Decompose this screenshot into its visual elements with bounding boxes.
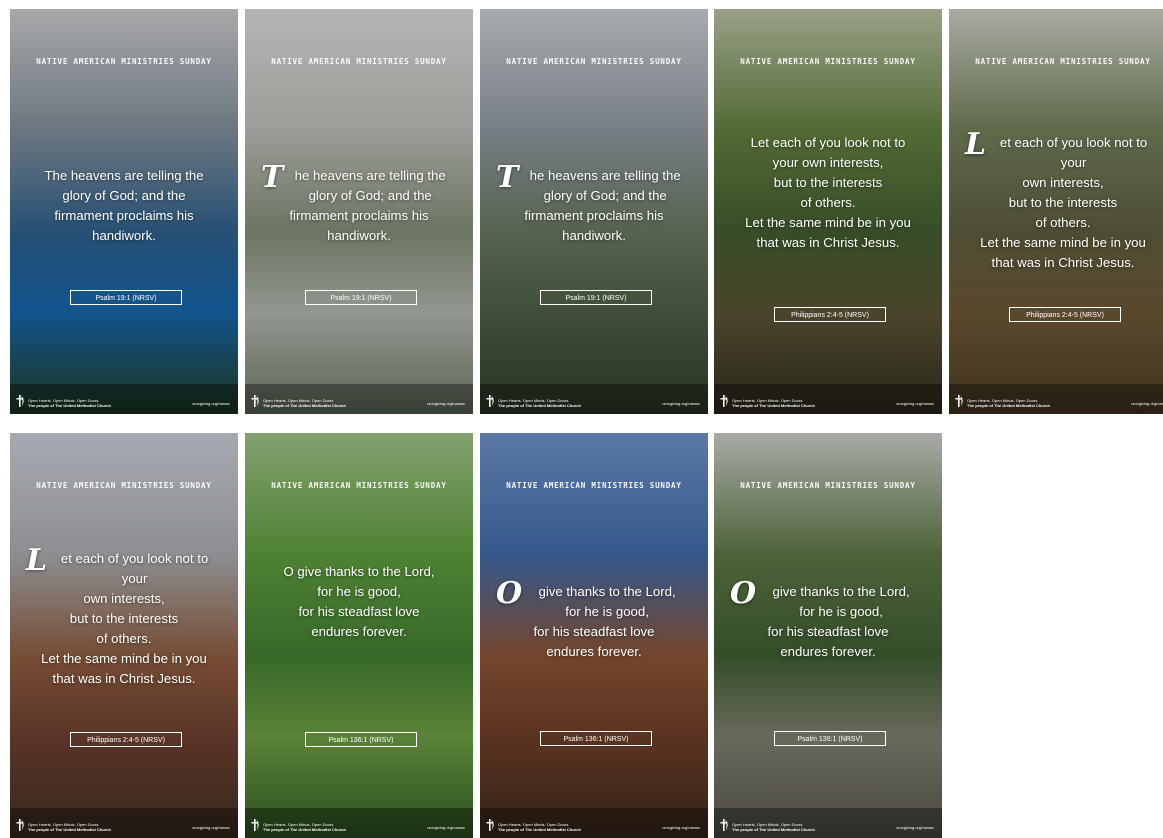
verse-body: give thanks to the Lord, for he is good,… bbox=[533, 584, 676, 659]
verse-reference: Psalm 136:1 (NRSV) bbox=[774, 731, 886, 746]
verse-text: The heavens are telling the glory of God… bbox=[26, 166, 222, 246]
verse-reference: Philippians 2:4-5 (NRSV) bbox=[774, 307, 886, 322]
verse-text: Let each of you look not to your own int… bbox=[730, 133, 926, 253]
verse-graphic-tile[interactable]: NATIVE AMERICAN MINISTRIES SUNDAY The hea… bbox=[10, 9, 238, 414]
verse-reference: Philippians 2:4-5 (NRSV) bbox=[70, 732, 182, 747]
footer-tagline-main: The people of The United Methodist Churc… bbox=[732, 403, 815, 408]
footer-site-link: umcgiving.org/namsc bbox=[896, 825, 934, 830]
verse-body: et each of you look not to your own inte… bbox=[41, 551, 209, 686]
verse-graphic-tile[interactable]: NATIVE AMERICAN MINISTRIES SUNDAY Ogive t… bbox=[480, 433, 708, 838]
footer-site-link: umcgiving.org/namsc bbox=[662, 825, 700, 830]
verse-reference: Psalm 19:1 (NRSV) bbox=[540, 290, 652, 305]
verse-body: he heavens are telling the glory of God;… bbox=[289, 168, 446, 243]
footer-tagline: Open Hearts. Open Minds. Open Doors. The … bbox=[263, 398, 373, 408]
footer-tagline: Open Hearts. Open Minds. Open Doors. The … bbox=[967, 398, 1077, 408]
footer-site-link: umcgiving.org/namsc bbox=[192, 401, 230, 406]
drop-cap: T bbox=[496, 160, 519, 195]
footer-tagline: Open Hearts. Open Minds. Open Doors. The … bbox=[498, 398, 608, 408]
tile-heading: NATIVE AMERICAN MINISTRIES SUNDAY bbox=[506, 481, 682, 490]
cross-and-flame-logo-icon bbox=[720, 819, 728, 831]
footer-tagline: Open Hearts. Open Minds. Open Doors. The … bbox=[498, 822, 608, 832]
footer-tagline-main: The people of The United Methodist Churc… bbox=[263, 827, 346, 832]
verse-graphic-tile[interactable]: NATIVE AMERICAN MINISTRIES SUNDAY Ogive t… bbox=[714, 433, 942, 838]
tile-heading: NATIVE AMERICAN MINISTRIES SUNDAY bbox=[36, 481, 212, 490]
footer-tagline-main: The people of The United Methodist Churc… bbox=[967, 403, 1050, 408]
verse-reference: Psalm 136:1 (NRSV) bbox=[305, 732, 417, 747]
drop-cap: T bbox=[261, 160, 284, 195]
cross-and-flame-logo-icon bbox=[486, 395, 494, 407]
tile-footer: Open Hearts. Open Minds. Open Doors. The … bbox=[10, 384, 238, 414]
cross-and-flame-logo-icon bbox=[16, 819, 24, 831]
verse-text: The heavens are telling the glory of God… bbox=[261, 160, 457, 246]
verse-text: Ogive thanks to the Lord, for he is good… bbox=[730, 576, 926, 662]
verse-reference: Psalm 19:1 (NRSV) bbox=[305, 290, 417, 305]
tile-footer: Open Hearts. Open Minds. Open Doors. The … bbox=[480, 808, 708, 838]
verse-body: et each of you look not to your own inte… bbox=[980, 135, 1148, 270]
verse-body: The heavens are telling the glory of God… bbox=[44, 168, 204, 243]
tile-heading: NATIVE AMERICAN MINISTRIES SUNDAY bbox=[740, 481, 916, 490]
footer-site-link: umcgiving.org/namsc bbox=[427, 825, 465, 830]
verse-reference: Philippians 2:4-5 (NRSV) bbox=[1009, 307, 1121, 322]
verse-body: Let each of you look not to your own int… bbox=[745, 135, 911, 250]
verse-reference: Psalm 136:1 (NRSV) bbox=[540, 731, 652, 746]
footer-tagline-main: The people of The United Methodist Churc… bbox=[28, 827, 111, 832]
verse-body: he heavens are telling the glory of God;… bbox=[524, 168, 681, 243]
footer-tagline-main: The people of The United Methodist Churc… bbox=[732, 827, 815, 832]
tile-footer: Open Hearts. Open Minds. Open Doors. The … bbox=[10, 808, 238, 838]
tile-footer: Open Hearts. Open Minds. Open Doors. The … bbox=[245, 384, 473, 414]
verse-graphic-tile[interactable]: NATIVE AMERICAN MINISTRIES SUNDAY Let eac… bbox=[949, 9, 1163, 414]
cross-and-flame-logo-icon bbox=[251, 395, 259, 407]
drop-cap: L bbox=[965, 127, 987, 162]
tile-heading: NATIVE AMERICAN MINISTRIES SUNDAY bbox=[740, 57, 916, 66]
footer-tagline: Open Hearts. Open Minds. Open Doors. The … bbox=[263, 822, 373, 832]
verse-text: The heavens are telling the glory of God… bbox=[496, 160, 692, 246]
drop-cap: O bbox=[496, 576, 523, 611]
verse-graphic-tile[interactable]: NATIVE AMERICAN MINISTRIES SUNDAY Let eac… bbox=[714, 9, 942, 414]
footer-tagline: Open Hearts. Open Minds. Open Doors. The … bbox=[28, 822, 138, 832]
tile-footer: Open Hearts. Open Minds. Open Doors. The … bbox=[714, 384, 942, 414]
tile-heading: NATIVE AMERICAN MINISTRIES SUNDAY bbox=[271, 57, 447, 66]
footer-tagline: Open Hearts. Open Minds. Open Doors. The … bbox=[28, 398, 138, 408]
footer-tagline: Open Hearts. Open Minds. Open Doors. The … bbox=[732, 398, 842, 408]
tile-heading: NATIVE AMERICAN MINISTRIES SUNDAY bbox=[271, 481, 447, 490]
tile-footer: Open Hearts. Open Minds. Open Doors. The … bbox=[714, 808, 942, 838]
tile-heading: NATIVE AMERICAN MINISTRIES SUNDAY bbox=[975, 57, 1151, 66]
verse-body: give thanks to the Lord, for he is good,… bbox=[767, 584, 910, 659]
footer-tagline: Open Hearts. Open Minds. Open Doors. The … bbox=[732, 822, 842, 832]
cross-and-flame-logo-icon bbox=[486, 819, 494, 831]
cross-and-flame-logo-icon bbox=[955, 395, 963, 407]
verse-reference: Psalm 19:1 (NRSV) bbox=[70, 290, 182, 305]
drop-cap: L bbox=[26, 543, 48, 578]
tile-heading: NATIVE AMERICAN MINISTRIES SUNDAY bbox=[36, 57, 212, 66]
tile-heading: NATIVE AMERICAN MINISTRIES SUNDAY bbox=[506, 57, 682, 66]
verse-graphic-tile[interactable]: NATIVE AMERICAN MINISTRIES SUNDAY Let eac… bbox=[10, 433, 238, 838]
verse-text: O give thanks to the Lord, for he is goo… bbox=[261, 562, 457, 642]
tile-footer: Open Hearts. Open Minds. Open Doors. The … bbox=[949, 384, 1163, 414]
verse-graphic-tile[interactable]: NATIVE AMERICAN MINISTRIES SUNDAY O give … bbox=[245, 433, 473, 838]
footer-site-link: umcgiving.org/namsc bbox=[662, 401, 700, 406]
footer-site-link: umcgiving.org/namsc bbox=[192, 825, 230, 830]
footer-tagline-main: The people of The United Methodist Churc… bbox=[28, 403, 111, 408]
verse-text: Ogive thanks to the Lord, for he is good… bbox=[496, 576, 692, 662]
cross-and-flame-logo-icon bbox=[720, 395, 728, 407]
verse-graphic-tile[interactable]: NATIVE AMERICAN MINISTRIES SUNDAY The hea… bbox=[480, 9, 708, 414]
footer-site-link: umcgiving.org/namsc bbox=[896, 401, 934, 406]
footer-site-link: umcgiving.org/namsc bbox=[427, 401, 465, 406]
cross-and-flame-logo-icon bbox=[251, 819, 259, 831]
tile-footer: Open Hearts. Open Minds. Open Doors. The … bbox=[245, 808, 473, 838]
verse-text: Let each of you look not to your own int… bbox=[26, 543, 222, 689]
verse-graphic-tile[interactable]: NATIVE AMERICAN MINISTRIES SUNDAY The hea… bbox=[245, 9, 473, 414]
verse-text: Let each of you look not to your own int… bbox=[965, 127, 1161, 273]
cross-and-flame-logo-icon bbox=[16, 395, 24, 407]
verse-body: O give thanks to the Lord, for he is goo… bbox=[283, 564, 435, 639]
footer-site-link: umcgiving.org/namsc bbox=[1131, 401, 1163, 406]
footer-tagline-main: The people of The United Methodist Churc… bbox=[498, 827, 581, 832]
tile-footer: Open Hearts. Open Minds. Open Doors. The … bbox=[480, 384, 708, 414]
drop-cap: O bbox=[730, 576, 757, 611]
footer-tagline-main: The people of The United Methodist Churc… bbox=[263, 403, 346, 408]
footer-tagline-main: The people of The United Methodist Churc… bbox=[498, 403, 581, 408]
